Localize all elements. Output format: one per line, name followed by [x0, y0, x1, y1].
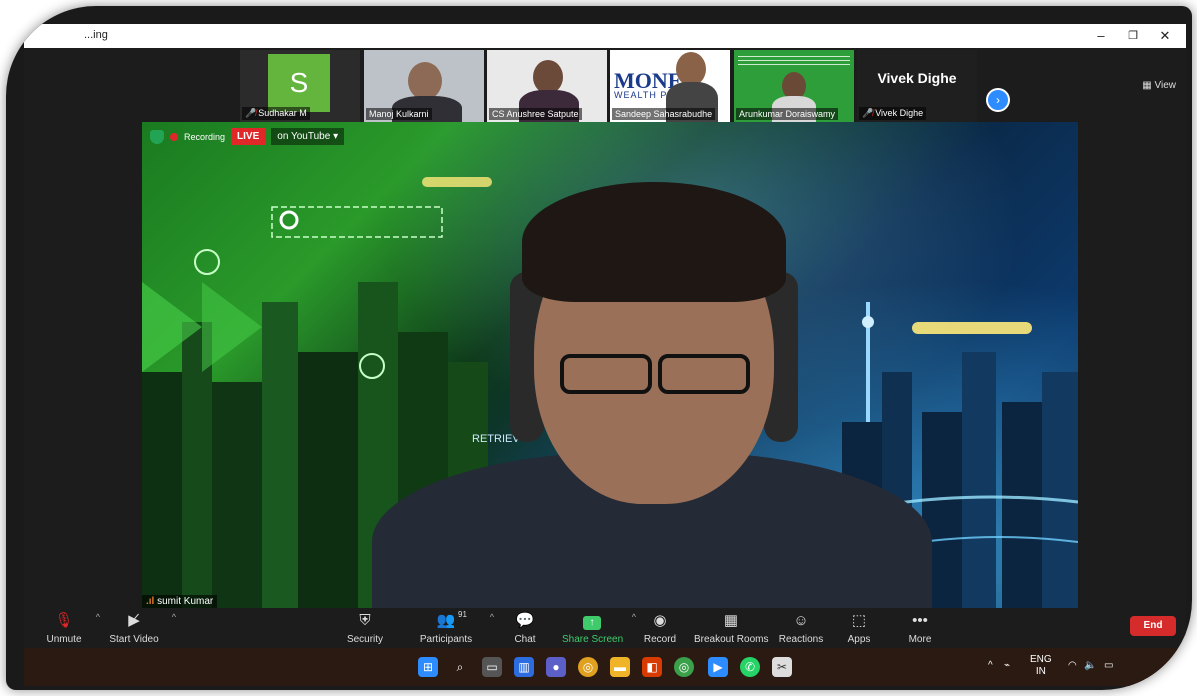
network-pen-icon[interactable]: ⌁	[1004, 660, 1010, 671]
recording-label: Recording	[184, 131, 226, 142]
chevron-up-icon[interactable]: ^	[96, 612, 100, 622]
chat-icon: 💬	[515, 612, 535, 629]
grid-icon: ▦	[1142, 80, 1155, 91]
window-title: ...ing	[84, 29, 108, 41]
wifi-icon[interactable]: ◠	[1068, 660, 1077, 671]
person-head	[676, 52, 706, 86]
apps-button[interactable]: ⬚ Apps	[844, 612, 874, 645]
youtube-stream-menu[interactable]: on YouTube ▾	[271, 128, 345, 145]
unmute-button[interactable]: 🎙 ^ Unmute	[42, 612, 100, 645]
participant-strip: S 🎤̸ Sudhakar M Manoj Kulkarni CS Anushre…	[24, 48, 1186, 122]
apps-icon: ⬚	[851, 612, 867, 629]
end-meeting-button[interactable]: End	[1130, 616, 1176, 636]
chevron-down-icon: ▾	[333, 131, 339, 142]
zoom-meeting-window: ...ing – ❐ ✕ S 🎤̸ Sudhakar M Manoj Kulkar…	[24, 24, 1186, 686]
windows-taskbar: ⊞ ⌕ ▭ ▥ ● ◎ ▬ ◧ ◎ ▶ ✆ ✂ ^ ⌁ ENG IN ◠ 🔈 ▭	[24, 648, 1186, 686]
mic-muted-icon: 🎤̸	[245, 108, 257, 118]
glasses-right	[658, 354, 750, 394]
zoom-app-icon[interactable]: ▶	[708, 657, 728, 677]
live-badge[interactable]: LIVE	[231, 128, 266, 145]
office-icon[interactable]: ◧	[642, 657, 662, 677]
reactions-button[interactable]: ☺ Reactions	[778, 612, 824, 645]
view-button[interactable]: ▦ View	[1142, 80, 1176, 91]
shield-icon: ⛨	[359, 612, 371, 629]
participant-tile[interactable]: CS Anushree Satpute	[487, 50, 607, 122]
whatsapp-icon[interactable]: ✆	[740, 657, 760, 677]
active-speaker-video: RETRIEV Recording LIVE on YouTube ▾	[142, 122, 1078, 608]
file-explorer-icon[interactable]: ▬	[610, 657, 630, 677]
minimize-button[interactable]: –	[1086, 26, 1116, 46]
next-page-button[interactable]: ›	[986, 88, 1010, 112]
chevron-up-icon[interactable]: ^	[490, 612, 494, 622]
ellipsis-icon: •••	[912, 612, 928, 629]
record-icon: ◉	[653, 612, 667, 629]
participant-count: 91	[458, 610, 467, 619]
chevron-up-icon[interactable]: ^	[172, 612, 176, 622]
windows-start-icon[interactable]: ⊞	[418, 657, 438, 677]
chrome-profile-icon[interactable]: ◎	[674, 657, 694, 677]
participant-name: CS Anushree Satpute	[489, 108, 582, 120]
chrome-icon[interactable]: ◎	[578, 657, 598, 677]
glasses-left	[560, 354, 652, 394]
participant-name: 🎤̸ Vivek Dighe	[859, 107, 927, 120]
participant-tile[interactable]: S 🎤̸ Sudhakar M	[240, 50, 360, 122]
participant-tile[interactable]: Vivek Dighe 🎤̸ Vivek Dighe	[857, 50, 977, 122]
battery-icon[interactable]: ▭	[1104, 660, 1113, 671]
search-icon[interactable]: ⌕	[450, 657, 470, 677]
participants-button[interactable]: 👥 91 ^ Participants	[416, 610, 494, 645]
security-button[interactable]: ⛨ Security	[342, 612, 388, 645]
share-screen-icon: ↑	[562, 612, 622, 630]
people-icon: 👥	[436, 612, 456, 629]
mic-muted-icon: 🎙	[54, 612, 74, 629]
share-screen-button[interactable]: ↑ ^ Share Screen	[562, 612, 636, 645]
participant-tile[interactable]: MONEY WEALTH PL RS Sandeep Sahasrabudhe	[610, 50, 730, 122]
participant-name: 🎤̸ Sudhakar M	[242, 107, 310, 120]
participant-name: Manoj Kulkarni	[366, 108, 432, 120]
avatar: S	[268, 54, 330, 112]
speaker-name-tag: .ıl sumit Kumar	[142, 595, 218, 608]
grid-icon: ▦	[723, 612, 739, 629]
show-hidden-icons[interactable]: ^	[988, 660, 993, 671]
signal-bars-icon: .ıl	[146, 596, 158, 607]
mic-muted-icon: 🎤̸	[862, 108, 874, 118]
security-shield-icon	[150, 129, 164, 144]
participant-tile[interactable]: Manoj Kulkarni	[364, 50, 484, 122]
volume-icon[interactable]: 🔈	[1084, 660, 1096, 671]
participant-tile[interactable]: Arunkumar Doraiswamy	[734, 50, 854, 122]
breakout-rooms-button[interactable]: ▦ Breakout Rooms	[694, 612, 768, 645]
person-head	[408, 62, 442, 100]
meeting-toolbar: 🎙 ^ Unmute ▶̸ ^ Start Video ⛨ Security 👥…	[24, 610, 1186, 648]
participant-name: Arunkumar Doraiswamy	[736, 108, 839, 120]
widgets-icon[interactable]: ▥	[514, 657, 534, 677]
task-view-icon[interactable]: ▭	[482, 657, 502, 677]
speaker-hair	[522, 182, 786, 302]
more-button[interactable]: ••• More	[904, 612, 936, 645]
participant-display-name: Vivek Dighe	[877, 70, 957, 86]
screenshot-frame: ...ing – ❐ ✕ S 🎤̸ Sudhakar M Manoj Kulkar…	[6, 6, 1192, 690]
restore-button[interactable]: ❐	[1118, 26, 1148, 46]
recording-status: Recording LIVE on YouTube ▾	[150, 128, 345, 145]
start-video-button[interactable]: ▶̸ ^ Start Video	[106, 612, 176, 645]
video-off-icon: ▶̸	[128, 612, 140, 629]
chat-button[interactable]: 💬 Chat	[510, 612, 540, 645]
participant-name: Sandeep Sahasrabudhe	[612, 108, 716, 120]
record-dot-icon	[170, 132, 178, 141]
snipping-tool-icon[interactable]: ✂	[772, 657, 792, 677]
background-text-lines	[738, 54, 850, 68]
record-button[interactable]: ◉ Record	[642, 612, 678, 645]
person-head	[533, 60, 563, 94]
title-bar: ...ing – ❐ ✕	[24, 24, 1186, 48]
language-indicator[interactable]: ENG IN	[1030, 654, 1052, 678]
smiley-icon: ☺	[793, 612, 809, 629]
teams-icon[interactable]: ●	[546, 657, 566, 677]
chevron-up-icon[interactable]: ^	[632, 612, 636, 622]
close-button[interactable]: ✕	[1150, 26, 1180, 46]
